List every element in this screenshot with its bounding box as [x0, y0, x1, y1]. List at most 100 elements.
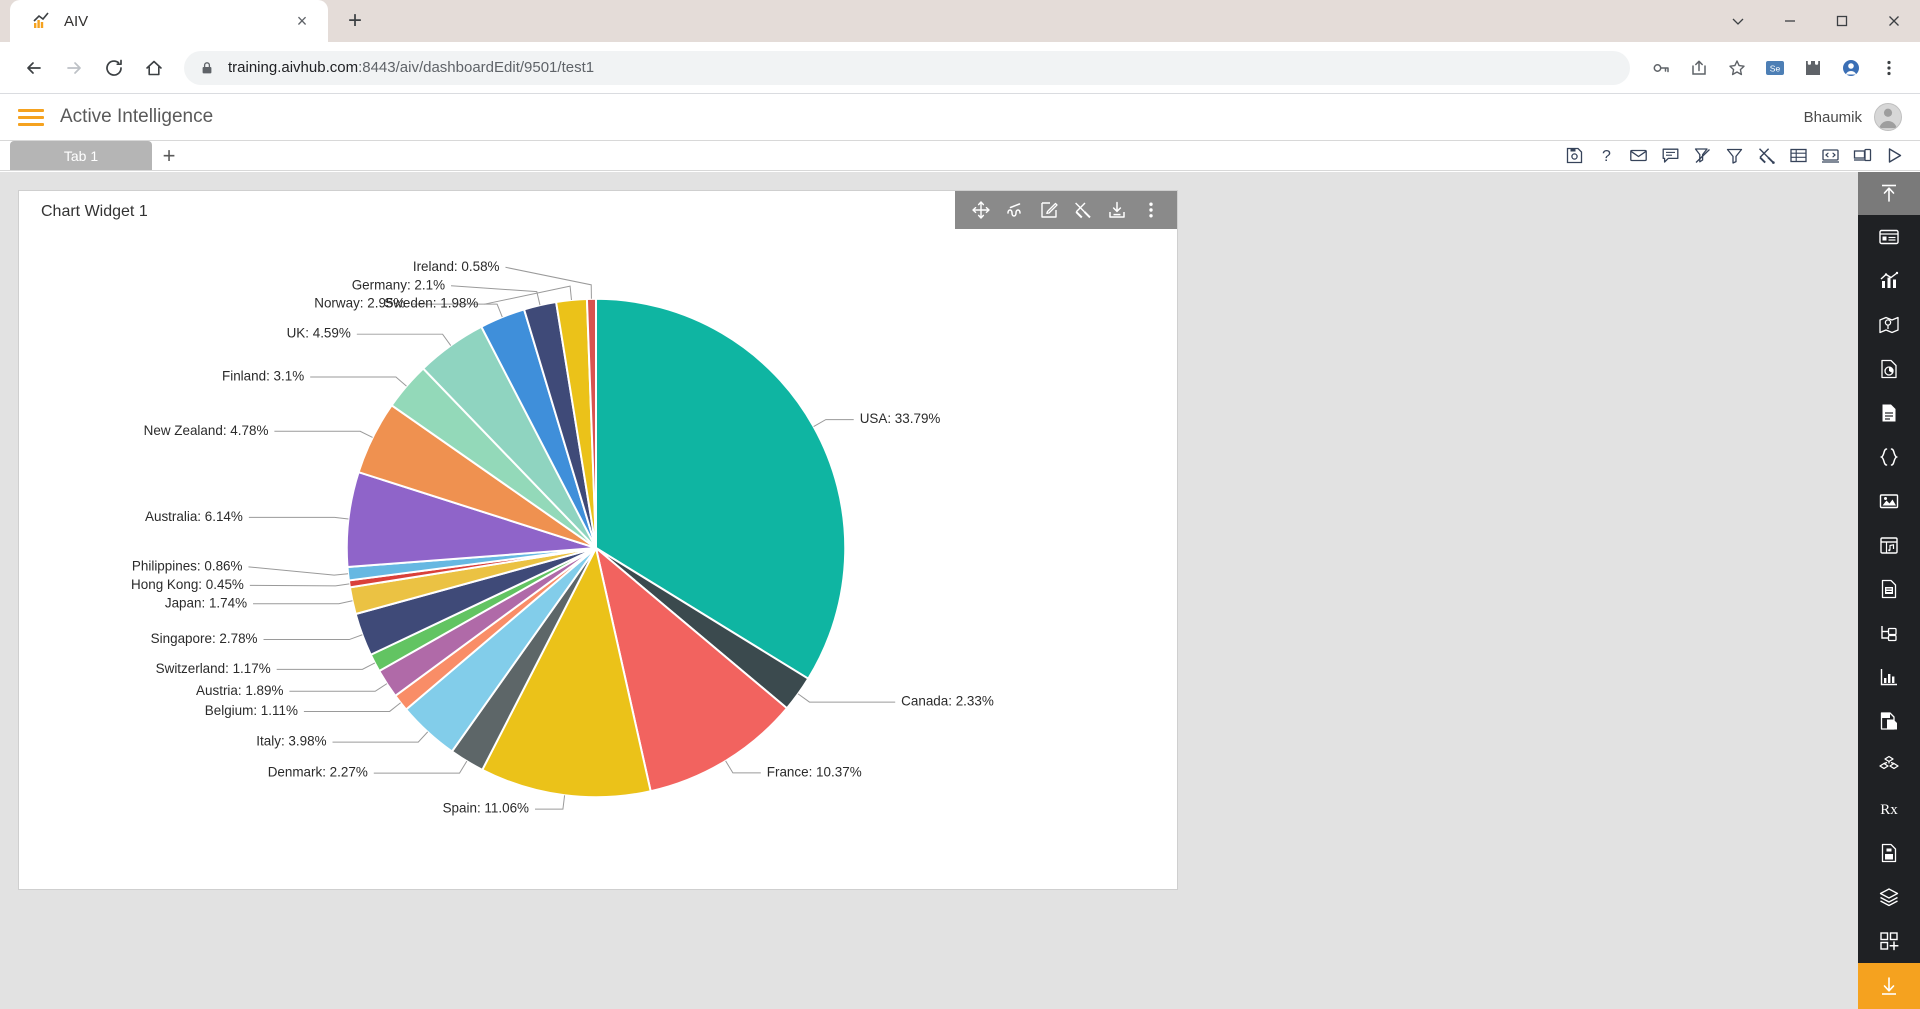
pie-leader-line [276, 662, 376, 670]
link-icon[interactable] [999, 194, 1031, 226]
reload-icon[interactable] [94, 48, 134, 88]
table-icon[interactable] [1786, 144, 1810, 168]
pie-leader-line [505, 266, 592, 299]
layers-icon[interactable] [1858, 875, 1920, 919]
pie-slice-label: Philippines: 0.86% [132, 558, 243, 573]
code-braces-icon[interactable] [1858, 435, 1920, 479]
card-widget-icon[interactable] [1858, 215, 1920, 259]
move-icon[interactable] [965, 194, 997, 226]
code-icon[interactable] [1818, 144, 1842, 168]
user-name: Bhaumik [1803, 108, 1862, 126]
extensions-icon[interactable] [1796, 51, 1830, 85]
document-icon[interactable] [1858, 391, 1920, 435]
pie-slice-label: Italy: 3.98% [256, 734, 326, 749]
selenium-icon[interactable]: Se [1758, 51, 1792, 85]
bookmark-star-icon[interactable] [1720, 51, 1754, 85]
chart-widget-icon[interactable] [1858, 259, 1920, 303]
tools-icon[interactable] [1754, 144, 1778, 168]
pie-leader-line [253, 600, 353, 605]
device-icon[interactable] [1850, 144, 1874, 168]
key-icon[interactable] [1644, 51, 1678, 85]
svg-text:Rx: Rx [1880, 802, 1898, 818]
comment-icon[interactable] [1658, 144, 1682, 168]
pie-leader-line [274, 430, 373, 438]
back-icon[interactable] [14, 48, 54, 88]
mail-icon[interactable] [1626, 144, 1650, 168]
pie-slice-label: Germany: 2.1% [352, 277, 445, 292]
forward-icon[interactable] [54, 48, 94, 88]
window-close-button[interactable] [1868, 0, 1920, 42]
home-icon[interactable] [134, 48, 174, 88]
pie-leader-line [534, 795, 566, 810]
dashboard-toolbar: ? [1562, 141, 1920, 170]
pie-slice-group[interactable] [345, 297, 847, 799]
pie-leader-line [797, 693, 896, 703]
pie-slice-label: Canada: 2.33% [901, 694, 994, 709]
help-icon[interactable]: ? [1594, 144, 1618, 168]
tree-hierarchy-icon[interactable] [1858, 611, 1920, 655]
browser-tab[interactable]: AIV × [10, 0, 328, 42]
new-tab-button[interactable]: + [338, 4, 372, 38]
edit-icon[interactable] [1033, 194, 1065, 226]
pie-chart[interactable]: USA: 33.79% Canada: 2.33% France: 10.37% Sp… [19, 231, 1177, 889]
chart-widget[interactable]: Chart Widget 1 USA: 33.79% Canada: 2.33%… [18, 190, 1178, 890]
share-icon[interactable] [1682, 51, 1716, 85]
add-dashboard-tab-button[interactable]: + [152, 141, 186, 170]
profile-icon[interactable] [1834, 51, 1868, 85]
form-document-icon[interactable] [1858, 567, 1920, 611]
play-icon[interactable] [1882, 144, 1906, 168]
pie-leader-line [263, 634, 363, 641]
pie-slice-label: UK: 4.59% [287, 326, 351, 341]
pie-leader-line [289, 683, 388, 692]
collapse-up-icon[interactable] [1858, 172, 1920, 215]
pie-leader-line [356, 333, 452, 346]
pie-slice-label: Belgium: 1.11% [205, 703, 298, 718]
window-maximize-button[interactable] [1816, 0, 1868, 42]
calendar-widget-icon[interactable] [1858, 523, 1920, 567]
copy-page-icon[interactable] [1858, 699, 1920, 743]
avatar[interactable] [1874, 103, 1902, 131]
report-pie-icon[interactable] [1858, 347, 1920, 391]
window-dropdown-button[interactable] [1712, 0, 1764, 42]
save-document-icon[interactable] [1858, 831, 1920, 875]
pie-slice-label: Denmark: 2.27% [268, 765, 368, 780]
dashboard-tab-bar: Tab 1 + ? [0, 141, 1920, 171]
cubes-icon[interactable] [1858, 743, 1920, 787]
widget-rail: Rx [1858, 172, 1920, 1009]
pie-leader-line [303, 702, 401, 712]
add-widget-icon[interactable] [1858, 919, 1920, 963]
image-widget-icon[interactable] [1858, 479, 1920, 523]
pie-leader-line [249, 583, 350, 587]
pie-leader-line [373, 760, 468, 774]
pie-slice-label: Hong Kong: 0.45% [131, 577, 244, 592]
filter-icon[interactable] [1722, 144, 1746, 168]
app-header-right: Bhaumik [1804, 103, 1902, 131]
window-minimize-button[interactable] [1764, 0, 1816, 42]
download-icon[interactable] [1101, 194, 1133, 226]
tools-icon[interactable] [1067, 194, 1099, 226]
save-icon[interactable] [1562, 144, 1586, 168]
clear-filter-icon[interactable] [1690, 144, 1714, 168]
pie-slice-label: Sweden: 1.98% [384, 296, 478, 311]
browser-tab-close-icon[interactable]: × [290, 9, 314, 33]
address-bar[interactable]: training.aivhub.com:8443/aiv/dashboardEd… [184, 50, 1630, 85]
sparkline-icon[interactable] [1858, 655, 1920, 699]
more-options-icon[interactable] [1135, 194, 1167, 226]
address-bar-text: training.aivhub.com:8443/aiv/dashboardEd… [228, 59, 594, 76]
pie-leader-line [725, 760, 761, 774]
prescription-icon[interactable]: Rx [1858, 787, 1920, 831]
pie-slice-label: New Zealand: 4.78% [144, 423, 269, 438]
map-widget-icon[interactable] [1858, 303, 1920, 347]
browser-toolbar: training.aivhub.com:8443/aiv/dashboardEd… [0, 42, 1920, 94]
window-controls [1712, 0, 1920, 42]
menu-dots-icon[interactable] [1872, 51, 1906, 85]
pie-leader-line [248, 516, 349, 520]
hamburger-icon[interactable] [18, 108, 44, 126]
url-path: :8443/aiv/dashboardEdit/9501/test1 [358, 59, 595, 76]
pie-leader-line [248, 566, 349, 576]
download-arrow-icon[interactable] [1858, 962, 1920, 1009]
app-header: Active Intelligence Bhaumik [0, 94, 1920, 141]
dashboard-tab-1[interactable]: Tab 1 [10, 141, 152, 170]
app-title: Active Intelligence [60, 106, 214, 127]
pie-slice-label: Singapore: 2.78% [151, 631, 258, 646]
